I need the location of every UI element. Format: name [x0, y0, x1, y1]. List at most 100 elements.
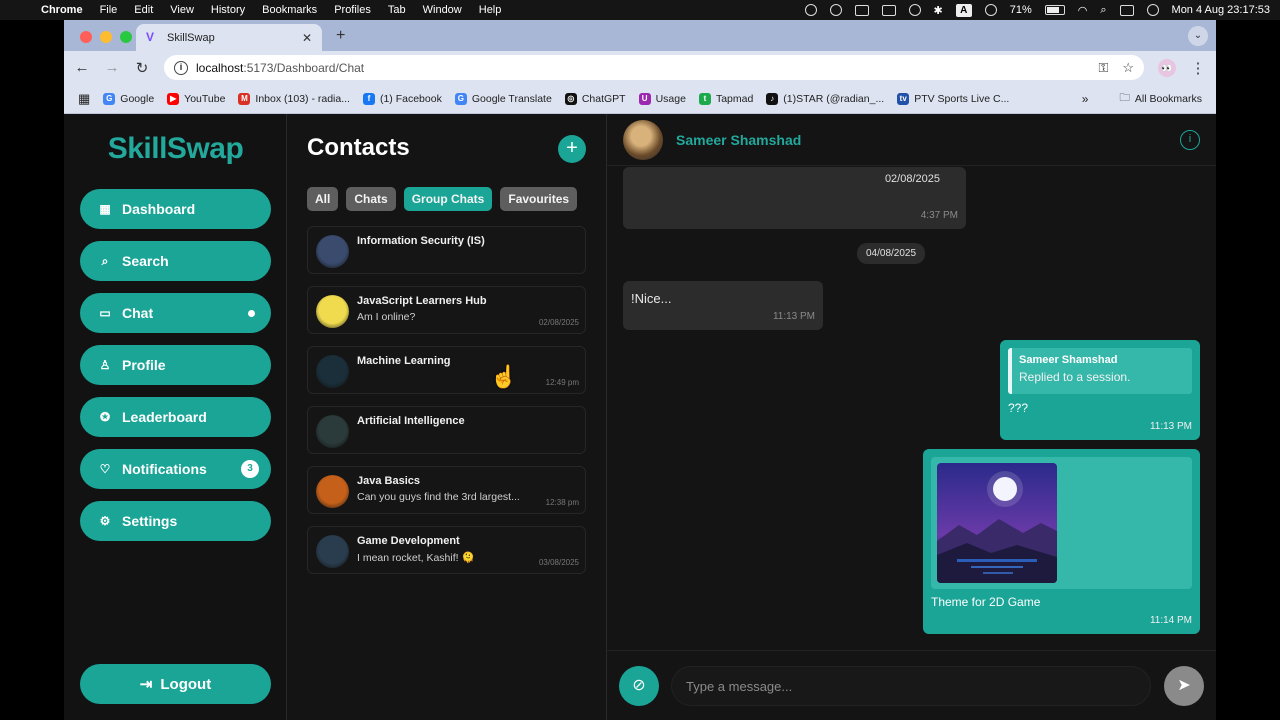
bluetooth-icon[interactable]: ✱	[934, 4, 943, 17]
quoted-reply[interactable]: Sameer Shamshad Replied to a session.	[1008, 348, 1192, 394]
close-window-button[interactable]	[80, 31, 92, 43]
sidebar-item-dashboard[interactable]: ▦ Dashboard	[80, 189, 271, 229]
contact-item[interactable]: Machine Learning 12:49 pm	[307, 346, 586, 394]
logout-button[interactable]: ⇥ Logout	[80, 664, 271, 704]
siri-icon[interactable]	[1146, 4, 1159, 16]
message-bubble-incoming[interactable]: 02/08/2025 4:37 PM	[623, 167, 966, 229]
battery-icon[interactable]	[1044, 5, 1065, 15]
address-toolbar: ← → ↻ i localhost:5173/Dashboard/Chat ⚿ …	[64, 51, 1216, 84]
bookmark-item[interactable]: ▶ YouTube	[167, 92, 225, 105]
screen-mirror-icon[interactable]	[854, 4, 869, 16]
menu-file[interactable]: File	[100, 4, 118, 16]
new-tab-button[interactable]: +	[336, 27, 345, 45]
wifi-icon[interactable]: ◠	[1078, 4, 1088, 17]
sidebar-item-label: Chat	[122, 305, 154, 321]
record-icon[interactable]	[804, 4, 817, 16]
bookmark-item[interactable]: ◎ ChatGPT	[564, 92, 626, 105]
menu-tab[interactable]: Tab	[388, 4, 406, 16]
site-info-icon[interactable]: i	[174, 60, 188, 75]
menu-window[interactable]: Window	[423, 4, 462, 16]
play-icon[interactable]	[908, 4, 921, 16]
profile-avatar-icon[interactable]: 👀	[1158, 58, 1176, 77]
bookmark-item[interactable]: ♪ (1)STAR (@radian_...	[766, 92, 884, 105]
sidebar-item-chat[interactable]: ▭ Chat	[80, 293, 271, 333]
medal-icon: ✪	[99, 410, 111, 424]
contact-avatar[interactable]	[623, 119, 663, 160]
tab-search-button[interactable]: ⌄	[1188, 26, 1208, 46]
menubar-app-name[interactable]: Chrome	[41, 4, 83, 16]
add-group-button[interactable]: +	[558, 135, 586, 163]
sidebar-item-leaderboard[interactable]: ✪ Leaderboard	[80, 397, 271, 437]
menu-bookmarks[interactable]: Bookmarks	[262, 4, 317, 16]
menu-profiles[interactable]: Profiles	[334, 4, 371, 16]
sidebar-item-settings[interactable]: ⚙ Settings	[80, 501, 271, 541]
filter-group-chats[interactable]: Group Chats	[403, 187, 493, 211]
chat-contact-name[interactable]: Sameer Shamshad	[676, 132, 801, 148]
control-center-icon[interactable]	[1119, 4, 1134, 16]
sidebar-item-notifications[interactable]: ♡ Notifications 3	[80, 449, 271, 489]
bookmark-label: Google	[120, 92, 155, 105]
date-separator: 04/08/2025	[857, 243, 926, 264]
menu-view[interactable]: View	[170, 4, 194, 16]
send-button[interactable]: ➤	[1164, 666, 1204, 706]
bookmark-item[interactable]: tv PTV Sports Live C...	[897, 92, 1009, 105]
message-bubble-outgoing[interactable]: Sameer Shamshad Replied to a session. ??…	[1000, 340, 1200, 440]
shazam-icon[interactable]	[829, 4, 842, 16]
reload-button[interactable]: ↻	[134, 59, 150, 77]
vpn-icon[interactable]	[881, 4, 896, 16]
contact-item[interactable]: Java Basics Can you guys find the 3rd lar…	[307, 466, 586, 514]
active-indicator	[248, 309, 255, 317]
minimize-window-button[interactable]	[100, 31, 112, 43]
all-bookmarks-button[interactable]: 🗀 All Bookmarks	[1119, 90, 1202, 108]
contact-name: Game Development	[357, 535, 460, 547]
message-bubble-incoming[interactable]: !Nice... 11:13 PM	[623, 281, 823, 330]
sidebar-item-search[interactable]: ⌕ Search	[80, 241, 271, 281]
bookmark-item[interactable]: G Google Translate	[454, 92, 552, 105]
bookmark-item[interactable]: t Tapmad	[698, 92, 753, 105]
bookmark-label: Inbox (103) - radia...	[255, 92, 350, 105]
bookmark-item[interactable]: M Inbox (103) - radia...	[238, 92, 350, 105]
chrome-menu-icon[interactable]: ⋮	[1190, 59, 1206, 77]
more-bookmarks-icon[interactable]: »	[1082, 92, 1089, 106]
back-button[interactable]: ←	[74, 59, 90, 76]
input-source-icon[interactable]: A	[955, 3, 972, 17]
app-logo[interactable]: SkillSwap	[64, 132, 287, 166]
game-theme-image[interactable]	[937, 463, 1057, 583]
contact-item[interactable]: Information Security (IS)	[307, 226, 586, 274]
menu-history[interactable]: History	[211, 4, 245, 16]
contact-item[interactable]: JavaScript Learners Hub Am I online? 02/08…	[307, 286, 586, 334]
group-avatar	[316, 415, 349, 448]
message-bubble-image[interactable]: Theme for 2D Game 11:14 PM	[923, 449, 1200, 634]
message-input[interactable]	[671, 666, 1151, 706]
bookmark-item[interactable]: U Usage	[638, 92, 686, 105]
apps-grid-icon[interactable]: ▦	[78, 91, 90, 107]
menubar-clock[interactable]: Mon 4 Aug 23:17:53	[1172, 4, 1270, 16]
bookmark-label: Usage	[655, 92, 686, 105]
bookmark-star-icon[interactable]: ☆	[1122, 60, 1134, 76]
contact-info-icon[interactable]: i	[1180, 130, 1200, 150]
zoom-window-button[interactable]	[120, 31, 132, 43]
password-key-icon[interactable]: ⚿	[1098, 60, 1108, 76]
bookmark-item[interactable]: G Google	[103, 92, 155, 105]
browser-tab-skillswap[interactable]: V SkillSwap ✕	[136, 24, 322, 51]
last-message: Am I online?	[357, 311, 416, 323]
filter-favourites[interactable]: Favourites	[500, 187, 578, 211]
url-bar[interactable]: i localhost:5173/Dashboard/Chat ⚿ ☆	[164, 55, 1144, 80]
contact-item[interactable]: Artificial Intelligence	[307, 406, 586, 454]
filter-all[interactable]: All	[307, 187, 339, 211]
time-machine-icon[interactable]	[984, 4, 997, 16]
filter-chats[interactable]: Chats	[346, 187, 396, 211]
chat-icon: ▭	[99, 306, 111, 320]
menu-edit[interactable]: Edit	[134, 4, 153, 16]
forward-button[interactable]: →	[104, 59, 120, 76]
close-tab-icon[interactable]: ✕	[302, 31, 312, 45]
sidebar-item-profile[interactable]: ♙ Profile	[80, 345, 271, 385]
last-message-time: 12:49 pm	[545, 378, 579, 387]
bookmark-item[interactable]: f (1) Facebook	[362, 92, 442, 105]
contact-item[interactable]: Game Development I mean rocket, Kashif! 🫠…	[307, 526, 586, 574]
message-list[interactable]: 02/08/2025 4:37 PM 04/08/2025 !Nice... 1…	[607, 167, 1216, 649]
attach-button[interactable]: ⊘	[619, 666, 659, 706]
menu-help[interactable]: Help	[479, 4, 502, 16]
contact-filters: All Chats Group Chats Favourites	[307, 187, 578, 211]
spotlight-icon[interactable]: ⌕	[1100, 4, 1106, 17]
